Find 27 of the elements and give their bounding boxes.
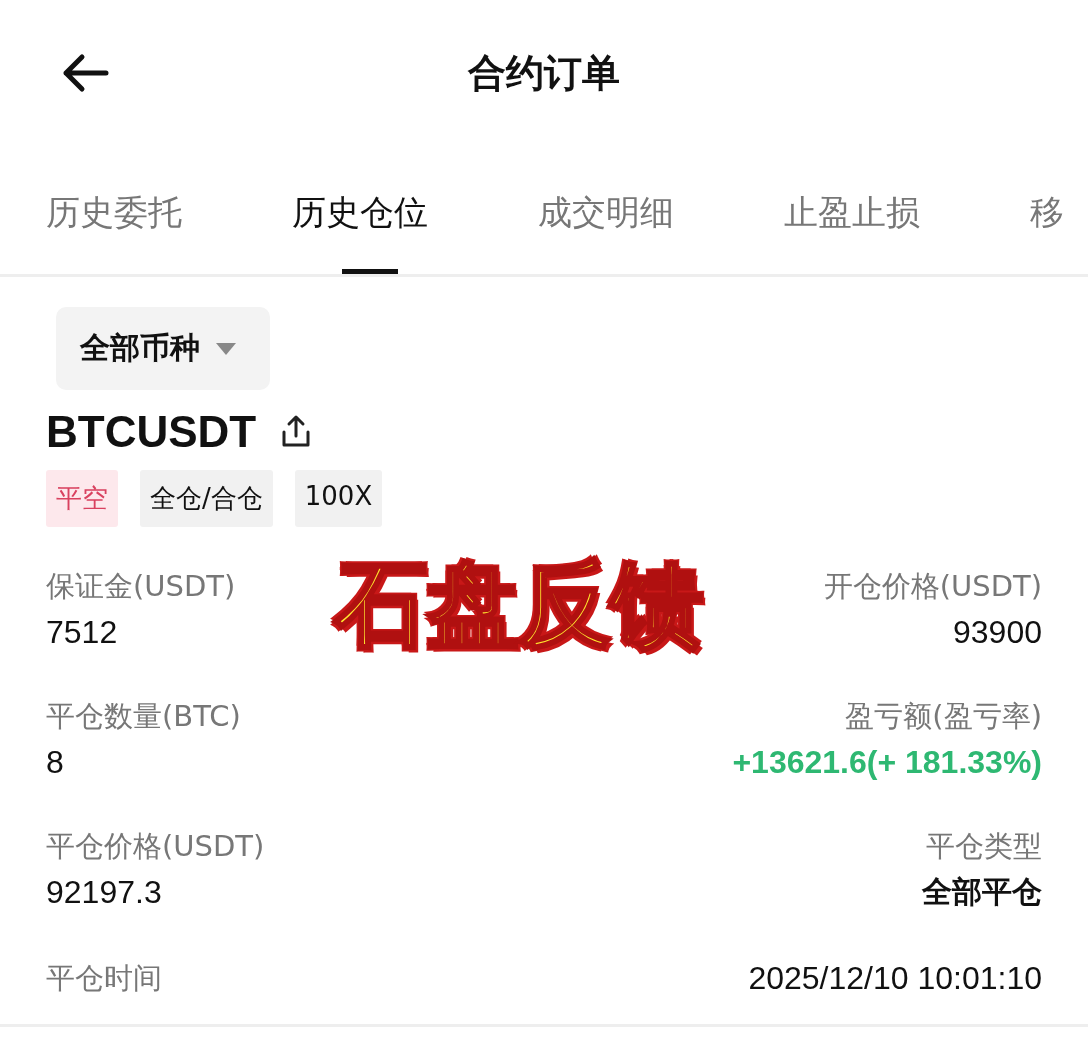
tab[interactable]: 历史委托 (46, 150, 242, 274)
tag: 100X (294, 470, 383, 527)
field-value: 93900 (953, 613, 1042, 652)
symbol: BTCUSDT (46, 407, 257, 457)
field-value: 8 (46, 743, 65, 782)
field-label: 开仓价格(USDT) (823, 568, 1042, 605)
page-title: 合约订单 (468, 50, 620, 96)
tab[interactable]: 止盈止损 (784, 150, 980, 274)
tab[interactable]: 历史仓位 (292, 150, 488, 274)
coin-filter-dropdown[interactable]: 全部币种 (56, 307, 270, 390)
field-label: 盈亏额(盈亏率) (845, 698, 1042, 735)
tab[interactable]: 成交明细 (538, 150, 734, 274)
overlay-caption: 石盘反馈 (335, 550, 703, 660)
field-label: 平仓价格(USDT) (46, 828, 266, 865)
field-value: 92197.3 (46, 873, 163, 912)
field-label: 平仓时间 (46, 960, 162, 997)
field-value: 2025/12/10 10:01:10 (748, 959, 1042, 998)
field-value: 全部平仓 (922, 873, 1042, 911)
caret-icon (216, 342, 236, 355)
tag: 平空 (46, 470, 118, 527)
tab[interactable]: 移 (1030, 150, 1088, 274)
field-value: 7512 (46, 613, 119, 652)
field-label: 保证金(USDT) (46, 568, 237, 605)
field-label: 平仓类型 (926, 828, 1042, 865)
field-label: 平仓数量(BTC) (46, 698, 242, 735)
field-value: +13621.6(+ 181.33%) (732, 743, 1042, 782)
tag: 全仓/合仓 (140, 470, 273, 527)
